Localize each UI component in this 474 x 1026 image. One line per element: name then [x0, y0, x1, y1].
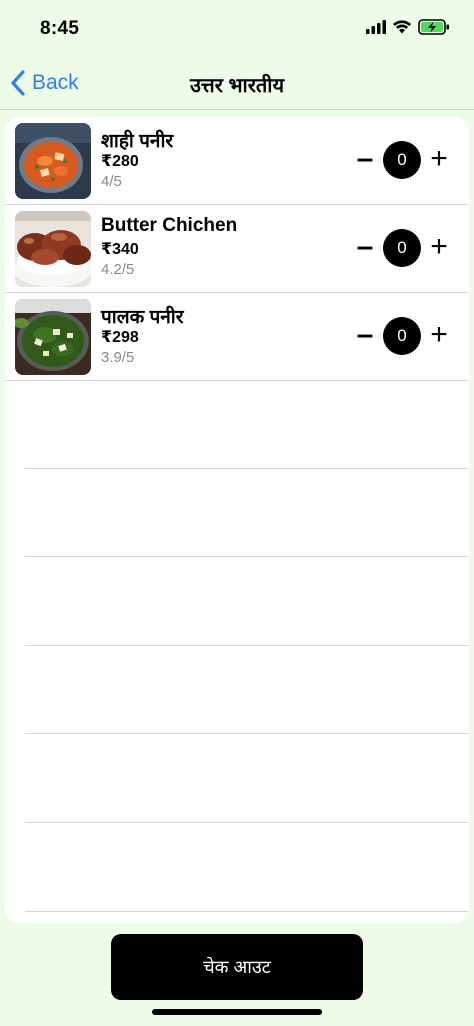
status-bar: 8:45 — [0, 0, 474, 56]
item-rating: 3.9/5 — [101, 349, 135, 366]
battery-charging-icon — [418, 19, 450, 40]
shahi-paneer-dish-image — [15, 123, 91, 199]
decrease-quantity-button[interactable]: – — [352, 227, 378, 267]
item-name: शाही पनीर — [101, 131, 174, 152]
home-indicator — [152, 1009, 322, 1015]
empty-list-row — [25, 646, 469, 734]
page-title: उत्तर भारतीय — [189, 75, 285, 97]
item-name: पालक पनीर — [101, 307, 184, 328]
increase-quantity-button[interactable]: + — [426, 315, 452, 355]
empty-list-row — [25, 735, 469, 823]
increase-quantity-button[interactable]: + — [426, 139, 452, 179]
decrease-quantity-button[interactable]: – — [352, 139, 378, 179]
empty-list-row — [25, 558, 469, 646]
palak-paneer-dish-image — [15, 299, 91, 375]
status-time: 8:45 — [40, 18, 80, 39]
item-price: ₹340 — [101, 241, 139, 258]
cellular-signal-icon — [366, 20, 386, 39]
empty-list-row — [25, 824, 469, 912]
decrease-quantity-button[interactable]: – — [352, 315, 378, 355]
increase-quantity-button[interactable]: + — [426, 227, 452, 267]
menu-item-row: शाही पनीर ₹280 4/5 – 0 + — [5, 117, 469, 205]
navigation-bar: Back उत्तर भारतीय — [0, 56, 474, 110]
menu-list: शाही पनीर ₹280 4/5 – 0 + Butter Chichen … — [5, 117, 469, 923]
item-price: ₹298 — [101, 329, 139, 346]
item-rating: 4/5 — [101, 173, 122, 190]
empty-list-row — [25, 469, 469, 557]
item-price: ₹280 — [101, 153, 139, 170]
quantity-counter: 0 — [383, 317, 421, 355]
quantity-counter: 0 — [383, 141, 421, 179]
menu-item-row: Butter Chichen ₹340 4.2/5 – 0 + — [5, 205, 469, 293]
butter-chicken-dish-image — [15, 211, 91, 287]
empty-list-row — [25, 381, 469, 469]
checkout-button[interactable]: चेक आउट — [111, 934, 363, 1000]
item-rating: 4.2/5 — [101, 261, 135, 278]
menu-item-row: पालक पनीर ₹298 3.9/5 – 0 + — [5, 293, 469, 381]
quantity-counter: 0 — [383, 229, 421, 267]
item-name: Butter Chichen — [101, 215, 238, 236]
wifi-icon — [392, 19, 412, 39]
